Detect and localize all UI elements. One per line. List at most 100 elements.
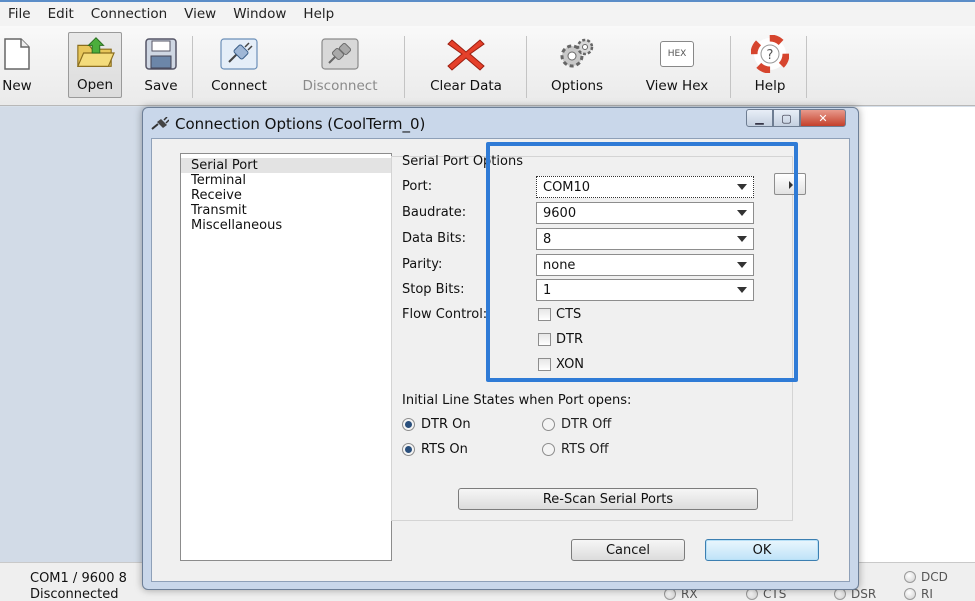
chevron-down-icon (737, 287, 747, 293)
rts-on-label: RTS On (421, 442, 468, 457)
dtr-checkbox[interactable]: DTR (538, 332, 583, 347)
rts-on-radio[interactable]: RTS On (402, 442, 468, 457)
disconnect-plug-icon (320, 34, 360, 74)
chevron-down-icon (737, 210, 747, 216)
close-button[interactable]: ✕ (800, 109, 846, 127)
cts-label: CTS (556, 307, 582, 322)
category-miscellaneous[interactable]: Miscellaneous (181, 218, 391, 233)
help-label: Help (754, 78, 786, 94)
baudrate-value: 9600 (543, 205, 577, 221)
clear-data-label: Clear Data (430, 78, 502, 94)
led-ri-label: RI (921, 587, 933, 601)
cts-checkbox-box (538, 308, 551, 321)
data-bits-label: Data Bits: (402, 231, 466, 246)
baudrate-select[interactable]: 9600 (536, 202, 754, 224)
radio-dot (542, 443, 555, 456)
svg-text:?: ? (767, 48, 774, 63)
parity-select[interactable]: none (536, 254, 754, 276)
new-label: New (2, 78, 32, 94)
dialog-title-bar[interactable]: Connection Options (CoolTerm_0) (151, 112, 425, 136)
xon-label: XON (556, 357, 585, 372)
section-title: Serial Port Options (402, 154, 523, 169)
plug-icon (151, 117, 169, 130)
minimize-button[interactable]: ▁ (746, 109, 773, 127)
toolbar-separator (730, 36, 731, 98)
status-connection: Disconnected (30, 587, 119, 601)
port-info-button[interactable] (774, 173, 806, 195)
new-button[interactable]: New (2, 32, 32, 98)
status-port-info: COM1 / 9600 8 (30, 571, 127, 586)
dtr-off-label: DTR Off (561, 417, 612, 432)
connect-button[interactable]: Connect (196, 32, 282, 98)
menu-help[interactable]: Help (295, 6, 343, 22)
dialog-content: Serial Port Terminal Receive Transmit Mi… (151, 138, 850, 582)
dtr-checkbox-box (538, 333, 551, 346)
new-file-icon (0, 34, 37, 74)
dialog-title: Connection Options (CoolTerm_0) (175, 115, 426, 133)
menu-connection[interactable]: Connection (83, 6, 176, 22)
category-serial-port[interactable]: Serial Port (181, 158, 391, 173)
maximize-button[interactable]: ▢ (773, 109, 800, 127)
ok-button[interactable]: OK (705, 539, 819, 561)
radio-dot (542, 418, 555, 431)
menu-edit[interactable]: Edit (40, 6, 83, 22)
help-lifebuoy-icon: ? (750, 34, 790, 74)
menu-bar: File Edit Connection View Window Help (0, 0, 975, 26)
category-terminal[interactable]: Terminal (181, 173, 391, 188)
data-bits-select[interactable]: 8 (536, 228, 754, 250)
dtr-on-radio[interactable]: DTR On (402, 417, 471, 432)
toolbar-separator (192, 36, 193, 98)
category-transmit[interactable]: Transmit (181, 203, 391, 218)
chevron-down-icon (737, 236, 747, 242)
view-hex-label: View Hex (645, 78, 709, 94)
menu-window[interactable]: Window (225, 6, 295, 22)
rts-off-label: RTS Off (561, 442, 609, 457)
initial-states-title: Initial Line States when Port opens: (402, 393, 632, 408)
stop-bits-select[interactable]: 1 (536, 279, 754, 301)
menu-view[interactable]: View (176, 6, 225, 22)
flow-control-label: Flow Control: (402, 307, 488, 322)
stop-bits-value: 1 (543, 282, 552, 298)
open-button[interactable]: Open (68, 32, 122, 98)
view-hex-button[interactable]: HEX View Hex (638, 32, 716, 98)
cancel-label: Cancel (605, 542, 651, 558)
stop-bits-label: Stop Bits: (402, 282, 465, 297)
port-select[interactable]: COM10 (536, 176, 754, 198)
dtr-off-radio[interactable]: DTR Off (542, 417, 611, 432)
options-button[interactable]: Options (540, 32, 614, 98)
toolbar: New Open Save Connect Disconnect Clear D… (0, 26, 975, 106)
arrow-right-icon (789, 181, 793, 189)
close-icon: ✕ (818, 111, 828, 125)
rescan-serial-ports-button[interactable]: Re-Scan Serial Ports (458, 488, 758, 510)
category-receive[interactable]: Receive (181, 188, 391, 203)
disconnect-button[interactable]: Disconnect (292, 32, 388, 98)
clear-data-button[interactable]: Clear Data (418, 32, 514, 98)
ok-label: OK (752, 542, 772, 558)
xon-checkbox[interactable]: XON (538, 357, 584, 372)
window-controls: ▁ ▢ ✕ (746, 109, 846, 127)
maximize-icon: ▢ (781, 111, 792, 125)
save-button[interactable]: Save (136, 32, 186, 98)
clear-x-icon (446, 34, 486, 74)
connection-options-dialog: Connection Options (CoolTerm_0) ▁ ▢ ✕ Se… (142, 107, 859, 590)
side-panel (0, 107, 148, 562)
help-button[interactable]: ? Help (744, 32, 796, 98)
baudrate-label: Baudrate: (402, 205, 467, 220)
hex-icon-text: HEX (660, 41, 694, 67)
parity-label: Parity: (402, 257, 443, 272)
cts-checkbox[interactable]: CTS (538, 307, 581, 322)
connect-label: Connect (211, 78, 267, 94)
chevron-down-icon (737, 262, 747, 268)
cancel-button[interactable]: Cancel (571, 539, 685, 561)
xon-checkbox-box (538, 358, 551, 371)
rts-off-radio[interactable]: RTS Off (542, 442, 609, 457)
category-list[interactable]: Serial Port Terminal Receive Transmit Mi… (180, 153, 392, 561)
led-ri: RI (904, 587, 933, 601)
parity-value: none (543, 257, 576, 273)
menu-file[interactable]: File (0, 6, 40, 22)
data-bits-value: 8 (543, 231, 552, 247)
open-label: Open (76, 77, 114, 93)
radio-dot (402, 443, 415, 456)
chevron-down-icon (737, 184, 747, 190)
open-folder-icon (75, 33, 115, 73)
